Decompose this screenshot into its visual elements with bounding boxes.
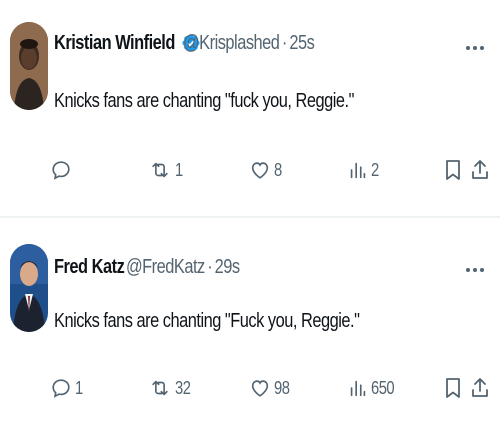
tweet-meta: @FredKatz · 29s	[126, 256, 240, 279]
retweet-count: 1	[175, 159, 183, 180]
tweet-header: Fred Katz @FredKatz · 29s	[54, 252, 264, 282]
profile-photo-icon	[10, 244, 48, 332]
timestamp[interactable]: 25s	[290, 32, 315, 55]
more-options-icon[interactable]	[464, 40, 486, 50]
author-handle[interactable]: @FredKatz	[126, 256, 205, 279]
like-button[interactable]: 98	[249, 368, 293, 408]
avatar[interactable]	[10, 244, 48, 332]
separator-dot: ·	[282, 31, 288, 54]
tweet-actions: 1 32 98 650	[0, 368, 500, 408]
bookmark-button[interactable]	[444, 368, 462, 408]
bookmark-icon	[446, 160, 460, 180]
bookmark-icon	[446, 378, 460, 398]
share-button[interactable]	[470, 150, 490, 190]
views-button[interactable]: 650	[348, 368, 399, 408]
reply-button[interactable]: 1	[50, 368, 84, 408]
reply-button[interactable]	[50, 150, 75, 190]
heart-icon	[251, 162, 269, 179]
avatar[interactable]	[10, 22, 48, 110]
retweet-button[interactable]: 1	[148, 150, 184, 190]
retweet-button[interactable]: 32	[148, 368, 194, 408]
like-count: 8	[274, 159, 282, 180]
views-count: 650	[371, 377, 395, 398]
author-name[interactable]: Fred Katz	[54, 256, 125, 279]
author-name[interactable]: Kristian Winfield	[54, 32, 175, 55]
more-options-icon[interactable]	[464, 262, 486, 272]
reply-icon	[52, 161, 70, 180]
heart-icon	[251, 380, 269, 397]
views-chart-icon	[350, 162, 366, 179]
timestamp[interactable]: 29s	[214, 256, 239, 279]
like-button[interactable]: 8	[249, 150, 283, 190]
tweet[interactable]: Kristian Winfield @Krisplashed · 25s Kni…	[0, 0, 500, 216]
reply-count: 1	[75, 377, 83, 398]
author-handle[interactable]: @Krisplashed	[183, 32, 280, 55]
views-count: 2	[371, 159, 379, 180]
reply-icon	[52, 379, 70, 398]
tweet[interactable]: Fred Katz @FredKatz · 29s Knicks fans ar…	[0, 218, 500, 440]
views-chart-icon	[350, 380, 366, 397]
separator-dot: ·	[206, 255, 212, 278]
tweet-feed: Kristian Winfield @Krisplashed · 25s Kni…	[0, 0, 500, 440]
share-button[interactable]	[470, 368, 490, 408]
tweet-header: Kristian Winfield @Krisplashed · 25s	[54, 28, 344, 58]
retweet-icon	[152, 162, 168, 178]
share-icon	[472, 378, 488, 397]
tweet-text: Knicks fans are chanting "Fuck you, Regg…	[54, 310, 360, 332]
like-count: 98	[274, 377, 290, 398]
share-icon	[472, 160, 488, 179]
retweet-count: 32	[175, 377, 191, 398]
views-button[interactable]: 2	[348, 150, 380, 190]
bookmark-button[interactable]	[444, 150, 462, 190]
tweet-actions: 1 8 2	[0, 150, 500, 190]
tweet-text: Knicks fans are chanting "fuck you, Regg…	[54, 90, 354, 112]
profile-photo-icon	[10, 22, 48, 110]
tweet-meta: @Krisplashed · 25s	[183, 31, 315, 55]
retweet-icon	[152, 380, 168, 396]
